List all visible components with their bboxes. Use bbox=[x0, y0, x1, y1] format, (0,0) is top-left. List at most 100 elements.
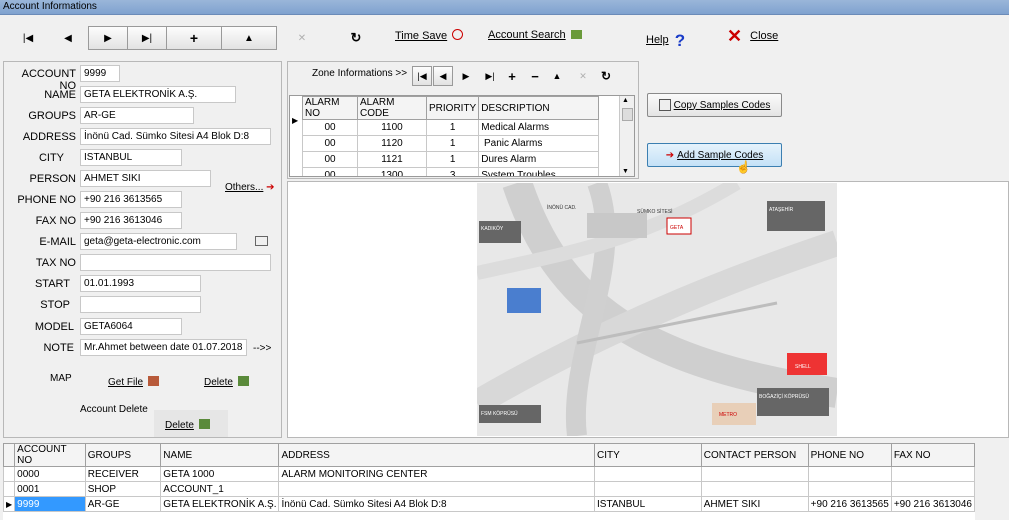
accounts-grid[interactable]: ACCOUNT NO GROUPS NAME ADDRESS CITY CONT… bbox=[2, 443, 976, 520]
note-more-link[interactable]: -->> bbox=[253, 343, 271, 354]
table-row[interactable]: 00 1121 1 Dures Alarm bbox=[302, 151, 600, 168]
column-contact-person[interactable]: CONTACT PERSON bbox=[700, 443, 809, 467]
alarm-no-cell[interactable]: 00 bbox=[302, 119, 358, 136]
map-delete-button[interactable]: Delete bbox=[204, 376, 249, 388]
first-record-icon[interactable]: |◀ bbox=[14, 26, 42, 50]
table-row[interactable]: ▶ 9999 AR-GE GETA ELEKTRONİK A.Ş. İnönü … bbox=[2, 496, 976, 512]
note-field[interactable]: Mr.Ahmet between date 01.07.2018 bbox=[80, 339, 247, 356]
zone-insert-icon[interactable]: + bbox=[502, 66, 522, 86]
account-search-button[interactable]: Account Search bbox=[488, 29, 582, 41]
name-cell[interactable]: ACCOUNT_1 bbox=[160, 481, 280, 497]
name-field[interactable]: GETA ELEKTRONİK A.Ş. bbox=[80, 86, 236, 103]
close-button[interactable]: ✕ Close bbox=[727, 26, 778, 47]
description-cell[interactable]: Panic Alarms bbox=[478, 135, 600, 152]
email-field[interactable]: geta@geta-electronic.com bbox=[80, 233, 237, 250]
priority-cell[interactable]: 1 bbox=[425, 135, 480, 152]
column-phone-no[interactable]: PHONE NO bbox=[807, 443, 892, 467]
zone-first-button[interactable]: |◀ bbox=[412, 66, 432, 86]
table-row[interactable]: 00 1100 1 Medical Alarms bbox=[302, 119, 600, 136]
city-cell[interactable] bbox=[594, 466, 702, 482]
scroll-thumb[interactable] bbox=[622, 108, 633, 121]
last-record-button[interactable]: ▶| bbox=[127, 26, 167, 50]
name-cell[interactable]: GETA 1000 bbox=[160, 466, 280, 482]
address-cell[interactable] bbox=[278, 481, 596, 497]
groups-cell[interactable]: RECEIVER bbox=[84, 466, 162, 482]
column-address[interactable]: ADDRESS bbox=[278, 443, 596, 467]
phone-no-field[interactable]: +90 216 3613565 bbox=[80, 191, 182, 208]
groups-cell[interactable]: AR-GE bbox=[84, 496, 162, 512]
groups-field[interactable]: AR-GE bbox=[80, 107, 194, 124]
start-field[interactable]: 01.01.1993 bbox=[80, 275, 201, 292]
description-cell[interactable]: System Troubles bbox=[478, 167, 600, 176]
city-cell[interactable]: ISTANBUL bbox=[594, 496, 702, 512]
contact-person-cell[interactable]: AHMET SIKI bbox=[700, 496, 809, 512]
column-account-no[interactable]: ACCOUNT NO bbox=[14, 443, 86, 467]
zone-edit-icon[interactable]: ▲ bbox=[547, 66, 567, 86]
model-field[interactable]: GETA6064 bbox=[80, 318, 182, 335]
phone-no-cell[interactable] bbox=[807, 481, 892, 497]
contact-person-cell[interactable] bbox=[700, 481, 809, 497]
zone-last-icon[interactable]: ▶| bbox=[480, 66, 500, 86]
alarm-code-cell[interactable]: 1300 bbox=[357, 167, 427, 176]
scroll-up-icon[interactable]: ▲ bbox=[622, 97, 629, 104]
address-cell[interactable]: ALARM MONITORING CENTER bbox=[278, 466, 596, 482]
scroll-down-icon[interactable]: ▼ bbox=[622, 168, 629, 175]
alarm-code-cell[interactable]: 1100 bbox=[357, 119, 427, 136]
fax-no-cell[interactable]: +90 216 3613046 bbox=[890, 496, 976, 512]
account-no-cell[interactable]: 0000 bbox=[14, 466, 86, 482]
column-groups[interactable]: GROUPS bbox=[84, 443, 162, 467]
account-delete-button[interactable]: Delete bbox=[165, 419, 210, 431]
description-cell[interactable]: Dures Alarm bbox=[478, 151, 600, 168]
add-sample-codes-button[interactable]: ➔ Add Sample Codes bbox=[647, 143, 782, 167]
get-file-button[interactable]: Get File bbox=[108, 376, 159, 388]
zone-prior-button[interactable]: ◀ bbox=[433, 66, 453, 86]
zone-refresh-icon[interactable]: ↻ bbox=[596, 66, 616, 86]
map-panel[interactable]: KADIKÖY ATAŞEHİR FSM KÖPRÜSÜ BOĞAZİÇİ KÖ… bbox=[287, 181, 1009, 438]
description-cell[interactable]: Medical Alarms bbox=[478, 119, 600, 136]
address-cell[interactable]: İnönü Cad. Sümko Sitesi A4 Blok D:8 bbox=[278, 496, 596, 512]
copy-samples-codes-button[interactable]: Copy Samples Codes bbox=[647, 93, 782, 117]
column-alarm-code[interactable]: ALARM CODE bbox=[357, 96, 427, 120]
table-row[interactable]: 0001 SHOP ACCOUNT_1 bbox=[2, 481, 976, 497]
table-row[interactable]: 00 1300 3 System Troubles bbox=[302, 167, 600, 176]
edit-record-button[interactable]: ▲ bbox=[221, 26, 277, 50]
others-link[interactable]: Others... ➔ bbox=[225, 182, 275, 193]
contact-person-cell[interactable] bbox=[700, 466, 809, 482]
zone-grid-scrollbar[interactable]: ▲ ▼ bbox=[619, 96, 634, 176]
time-save-button[interactable]: Time Save bbox=[395, 29, 464, 42]
table-row[interactable]: 0000 RECEIVER GETA 1000 ALARM MONITORING… bbox=[2, 466, 976, 482]
next-record-button[interactable]: ▶ bbox=[88, 26, 128, 50]
city-cell[interactable] bbox=[594, 481, 702, 497]
column-priority[interactable]: PRIORITY bbox=[425, 96, 480, 120]
table-row[interactable]: 00 1120 1 Panic Alarms bbox=[302, 135, 600, 152]
fax-no-cell[interactable] bbox=[890, 466, 976, 482]
zone-delete-icon[interactable]: − bbox=[525, 66, 545, 86]
zone-cancel-icon[interactable]: ✕ bbox=[573, 66, 593, 86]
account-no-cell[interactable]: 0001 bbox=[14, 481, 86, 497]
cancel-edit-icon[interactable]: ✕ bbox=[292, 26, 312, 50]
groups-cell[interactable]: SHOP bbox=[84, 481, 162, 497]
column-fax-no[interactable]: FAX NO bbox=[890, 443, 976, 467]
priority-cell[interactable]: 1 bbox=[425, 151, 480, 168]
mail-envelope-icon[interactable] bbox=[255, 236, 268, 246]
column-description[interactable]: DESCRIPTION bbox=[478, 96, 600, 120]
column-name[interactable]: NAME bbox=[160, 443, 280, 467]
alarm-no-cell[interactable]: 00 bbox=[302, 135, 358, 152]
alarm-code-cell[interactable]: 1120 bbox=[357, 135, 427, 152]
address-field[interactable]: İnönü Cad. Sümko Sitesi A4 Blok D:8 bbox=[80, 128, 271, 145]
fax-no-cell[interactable] bbox=[890, 481, 976, 497]
help-button[interactable]: Help ? bbox=[646, 31, 685, 51]
alarm-no-cell[interactable]: 00 bbox=[302, 167, 358, 176]
priority-cell[interactable]: 1 bbox=[425, 119, 480, 136]
phone-no-cell[interactable] bbox=[807, 466, 892, 482]
column-city[interactable]: CITY bbox=[594, 443, 702, 467]
column-alarm-no[interactable]: ALARM NO bbox=[302, 96, 358, 120]
zone-next-icon[interactable]: ▶ bbox=[456, 66, 476, 86]
name-cell[interactable]: GETA ELEKTRONİK A.Ş. bbox=[160, 496, 280, 512]
insert-record-button[interactable]: + bbox=[166, 26, 222, 50]
account-no-cell[interactable]: 9999 bbox=[14, 496, 86, 512]
tax-no-field[interactable] bbox=[80, 254, 271, 271]
account-no-field[interactable]: 9999 bbox=[80, 65, 120, 82]
prior-record-icon[interactable]: ◀ bbox=[54, 26, 82, 50]
person-field[interactable]: AHMET SIKI bbox=[80, 170, 211, 187]
